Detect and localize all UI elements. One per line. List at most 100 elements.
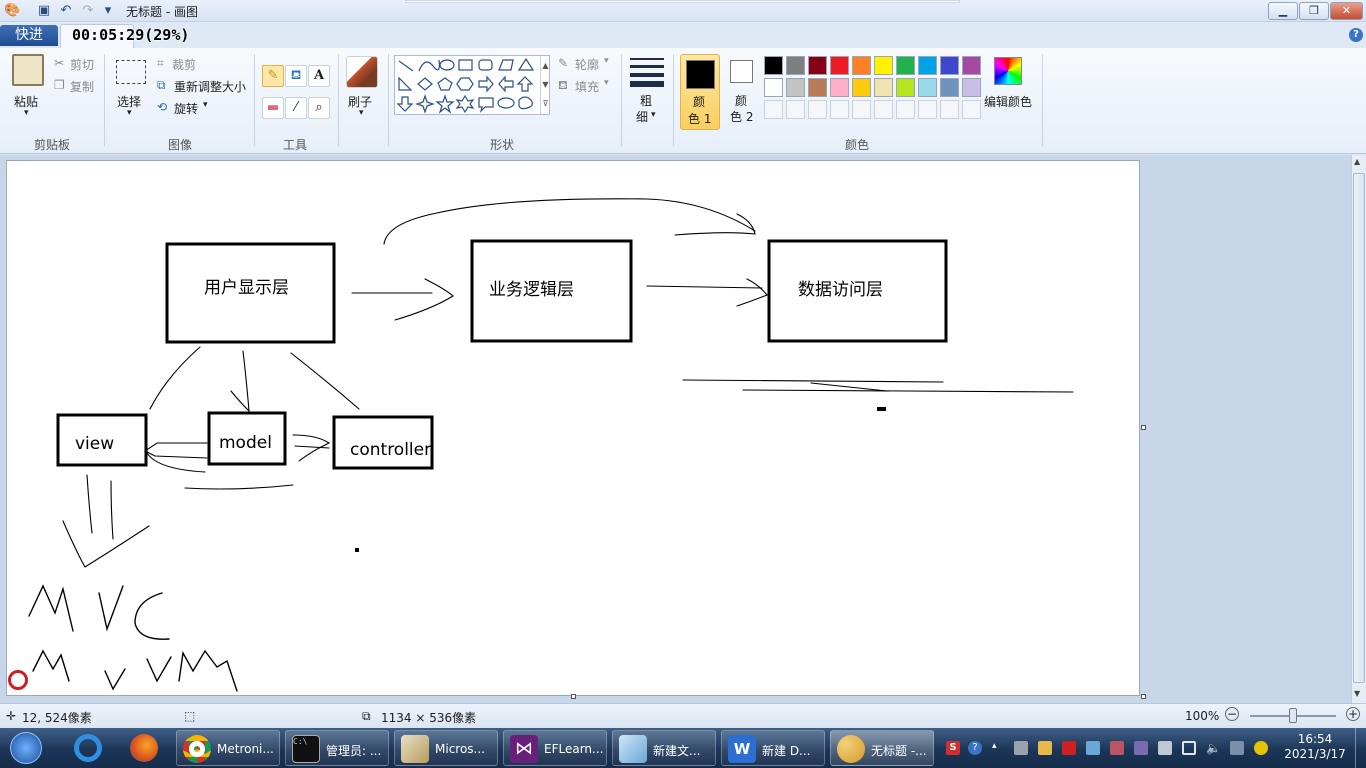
tray-app-icon[interactable] (1134, 741, 1148, 755)
brush-icon[interactable] (346, 56, 378, 88)
resize-icon[interactable]: ⧉ (157, 78, 166, 93)
copy-button[interactable]: 复制 (70, 78, 94, 95)
color-swatch[interactable] (896, 56, 915, 75)
resize-handle-bottom[interactable] (571, 694, 576, 699)
network-icon[interactable] (1182, 741, 1196, 755)
select-icon[interactable] (116, 60, 146, 84)
color2-swatch[interactable] (730, 60, 753, 83)
resize-handle-corner[interactable] (1141, 694, 1146, 699)
color-swatch[interactable] (764, 78, 783, 97)
color-swatch[interactable] (830, 56, 849, 75)
help-icon[interactable]: ? (1349, 28, 1363, 42)
outline-icon[interactable]: ✎ (558, 56, 568, 70)
cut-icon[interactable]: ✂ (54, 56, 64, 70)
color-swatch[interactable] (874, 78, 893, 97)
color-swatch[interactable] (940, 56, 959, 75)
outline-button[interactable]: 轮廓 (575, 56, 599, 73)
color-swatch[interactable] (786, 56, 805, 75)
color1-button[interactable]: 颜 色 1 (680, 54, 720, 130)
taskbar-item-paint[interactable]: 无标题 -... (830, 730, 934, 766)
copy-icon[interactable]: ❐ (54, 78, 65, 92)
undo-icon[interactable]: ↶ (58, 3, 74, 19)
show-desktop-button[interactable] (1355, 728, 1366, 768)
custom-color-slot[interactable] (830, 100, 849, 119)
color-swatch[interactable] (918, 56, 937, 75)
brushes-dropdown-icon[interactable]: ▾ (359, 108, 364, 118)
color-swatch[interactable] (874, 56, 893, 75)
zoom-slider-thumb[interactable] (1289, 708, 1297, 723)
color-swatch[interactable] (940, 78, 959, 97)
rotate-icon[interactable]: ⟲ (157, 100, 167, 114)
color2-label-top[interactable]: 颜 (735, 92, 747, 109)
paste-dropdown-icon[interactable]: ▾ (24, 108, 29, 118)
size-dropdown-icon[interactable]: ▾ (651, 110, 656, 120)
color-swatch[interactable] (896, 78, 915, 97)
size-label-bottom[interactable]: 细 (636, 108, 648, 125)
custom-color-slot[interactable] (940, 100, 959, 119)
color2-label-bottom[interactable]: 色 2 (730, 108, 753, 125)
fill-icon[interactable]: ⛾ (558, 78, 568, 94)
fill-dropdown-icon[interactable]: ▾ (604, 78, 609, 88)
size-label-top[interactable]: 粗 (640, 92, 652, 109)
close-button[interactable]: ✕ (1330, 2, 1363, 20)
resize-handle-right[interactable] (1141, 425, 1146, 430)
crop-icon[interactable]: ⌗ (157, 56, 164, 71)
paint-app-icon[interactable]: 🎨 (4, 3, 20, 19)
taskbar-item-chrome[interactable]: Metroni... (176, 730, 280, 766)
fill-bucket-icon[interactable]: ⛾ (285, 65, 307, 87)
rotate-button[interactable]: 旋转 (174, 100, 198, 117)
taskbar-item-notepad[interactable]: 新建文... (612, 730, 716, 766)
tray-app-icon[interactable] (1038, 741, 1052, 755)
color-swatch[interactable] (808, 78, 827, 97)
taskbar-item-cmd[interactable]: C:\ 管理员: ... (285, 730, 389, 766)
custom-color-slot[interactable] (874, 100, 893, 119)
taskbar-item-visual-studio[interactable]: ⋈ EFLearn... (503, 730, 607, 766)
eraser-tool-icon[interactable]: ▬ (262, 97, 284, 119)
scroll-up-icon[interactable]: ▲ (1354, 157, 1360, 166)
select-dropdown-icon[interactable]: ▾ (127, 108, 132, 118)
ie-icon[interactable] (68, 731, 108, 765)
custom-color-slot[interactable] (808, 100, 827, 119)
color-swatch[interactable] (852, 78, 871, 97)
rotate-dropdown-icon[interactable]: ▾ (203, 100, 208, 110)
custom-color-slot[interactable] (786, 100, 805, 119)
color-swatch[interactable] (786, 78, 805, 97)
taskbar-item-wps-doc[interactable]: W 新建 D... (721, 730, 825, 766)
zoom-in-icon[interactable]: + (1346, 707, 1360, 721)
sogou-input-icon[interactable]: S (946, 741, 960, 755)
tray-app-icon[interactable] (1062, 741, 1076, 755)
color-swatch[interactable] (962, 78, 981, 97)
custom-color-slot[interactable] (764, 100, 783, 119)
resize-button[interactable]: 重新调整大小 (174, 78, 246, 95)
shapes-gallery[interactable] (394, 55, 550, 115)
outline-dropdown-icon[interactable]: ▾ (604, 56, 609, 66)
color-swatch[interactable] (830, 78, 849, 97)
fill-button[interactable]: 填充 (575, 78, 599, 95)
drawing-canvas[interactable]: 用户显示层 业务逻辑层 数据访问层 view model controller (6, 160, 1146, 699)
tray-app-icon[interactable] (1230, 741, 1244, 755)
save-icon[interactable]: ▣ (36, 3, 52, 19)
color-swatch[interactable] (852, 56, 871, 75)
color-swatch[interactable] (764, 56, 783, 75)
help-tray-icon[interactable]: ? (968, 741, 982, 755)
start-button[interactable] (6, 731, 46, 765)
paste-icon[interactable] (12, 54, 44, 86)
magnifier-icon[interactable]: ⌕ (308, 97, 330, 119)
custom-color-slot[interactable] (896, 100, 915, 119)
firefox-icon[interactable] (124, 731, 164, 765)
color-swatch[interactable] (808, 56, 827, 75)
show-hidden-icons[interactable]: ▴ (992, 741, 1006, 755)
system-clock[interactable]: 16:54 2021/3/17 (1280, 732, 1350, 762)
color-swatch[interactable] (918, 78, 937, 97)
scroll-thumb[interactable] (1353, 173, 1365, 683)
color-swatch[interactable] (962, 56, 981, 75)
tray-app-icon[interactable] (1158, 741, 1172, 755)
custom-color-slot[interactable] (962, 100, 981, 119)
crop-button[interactable]: 裁剪 (172, 56, 196, 73)
edit-colors-button[interactable]: 编辑颜色 (984, 93, 1032, 110)
tray-app-icon[interactable] (1110, 741, 1124, 755)
redo-icon[interactable]: ↷ (80, 3, 96, 19)
line-size-icon[interactable] (630, 58, 664, 88)
tray-app-icon[interactable] (1086, 741, 1100, 755)
taskbar-item-sql[interactable]: Micros... (394, 730, 498, 766)
